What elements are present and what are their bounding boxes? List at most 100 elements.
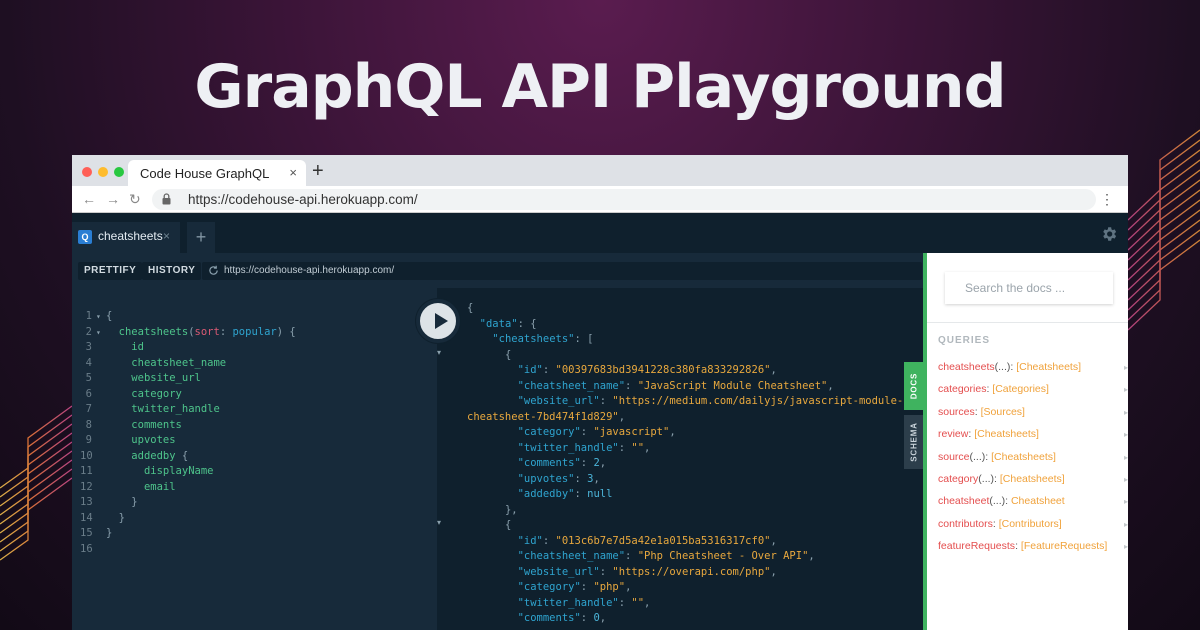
chevron-right-icon: ▸ [1123, 363, 1128, 372]
line-number: 8 [85, 418, 92, 431]
line-number: 6 [85, 387, 92, 400]
brace: } [118, 511, 125, 524]
endpoint-field[interactable]: https://codehouse-api.herokuapp.com/ [202, 262, 922, 280]
json-value: "php" [593, 581, 626, 593]
field-name: comments [131, 418, 182, 431]
code-line: 8 comments [80, 418, 296, 434]
json-key: "cheatsheets" [492, 333, 575, 345]
query-badge-icon: Q [78, 230, 92, 244]
query-args: (...) [989, 495, 1006, 508]
code-line: 12 email [80, 480, 296, 496]
maximize-window-icon[interactable] [114, 167, 124, 177]
add-tab-button[interactable]: + [187, 222, 215, 253]
docs-tab-label: DOCS [909, 372, 918, 400]
reload-endpoint-icon[interactable] [208, 265, 219, 276]
result-line: "twitter_handle": "", [467, 441, 903, 457]
playground-tabbar: Q cheatsheets × + [72, 213, 1128, 253]
query-type: [Sources] [980, 405, 1025, 418]
fold-arrow-icon[interactable]: ▾ [437, 348, 441, 364]
result-line: "cheatsheet_name": "JavaScript Module Ch… [467, 379, 903, 395]
chevron-right-icon: ▸ [1123, 474, 1128, 484]
history-button[interactable]: HISTORY [142, 262, 202, 280]
code-line: 14 } [80, 511, 296, 527]
json-key: "twitter_handle" [517, 441, 619, 454]
query-item-categories[interactable]: categories: [Categories] ▸ [938, 383, 1128, 405]
punctuation: , [770, 534, 777, 547]
result-line: { [467, 348, 903, 364]
brace: } [131, 496, 138, 508]
query-item-sources[interactable]: sources: [Sources] ▸ [938, 406, 1128, 428]
chevron-right-icon: ▸ [1123, 407, 1128, 417]
docs-side-tab[interactable]: DOCS [904, 362, 923, 410]
query-args: (...) [969, 450, 986, 463]
result-code: { "data": { "cheatsheets": [ { "id": "00… [467, 301, 903, 627]
line-number: 13 [80, 496, 93, 508]
colon: : [219, 325, 233, 338]
query-item-source[interactable]: source(...): [Cheatsheets] ▸ [938, 451, 1128, 473]
url-text: https://codehouse-api.herokuapp.com/ [188, 192, 418, 207]
json-key: "twitter_handle" [517, 596, 619, 609]
schema-side-tab[interactable]: SCHEMA [904, 415, 923, 469]
query-editor[interactable]: 1 ▾{2 ▾ cheatsheets(sort: popular) {3 id 4 … [72, 288, 437, 630]
close-window-icon[interactable] [82, 167, 92, 177]
query-item-review[interactable]: review: [Cheatsheets] ▸ [938, 428, 1128, 450]
json-key: "category" [517, 426, 581, 438]
json-value: "https://medium.com/dailyjs/javascript-m… [612, 395, 904, 407]
result-line: "comments": 0, [467, 611, 903, 627]
tab-close-icon[interactable]: × [163, 229, 170, 243]
query-item-category[interactable]: category(...): [Cheatsheets] ▸ [938, 473, 1128, 495]
new-tab-icon[interactable]: + [312, 160, 324, 183]
run-query-button[interactable] [416, 299, 460, 343]
punctuation: , [593, 472, 600, 485]
punctuation: , [599, 457, 607, 469]
reload-icon[interactable]: ↻ [129, 191, 141, 208]
json-value: "javascript" [593, 426, 670, 438]
brace: { [504, 519, 512, 531]
line-number: 1 [85, 310, 92, 322]
query-name: cheatsheet [938, 495, 990, 508]
endpoint-url: https://codehouse-api.herokuapp.com/ [224, 265, 395, 276]
tab-cheatsheets[interactable]: Q cheatsheets × [72, 222, 180, 253]
query-item-cheatsheet[interactable]: cheatsheet(...): Cheatsheet ▸ [938, 495, 1128, 517]
result-line: "website_url": "https://medium.com/daily… [467, 394, 904, 410]
field-name: upvotes [131, 434, 176, 446]
query-args: (...) [978, 472, 995, 485]
line-number: 4 [85, 356, 92, 369]
fold-arrow-icon[interactable]: ▾ [437, 518, 441, 534]
result-line: { [467, 518, 903, 534]
url-field[interactable]: https://codehouse-api.herokuapp.com/ [152, 189, 1096, 210]
browser-tab-title: Code House GraphQL [140, 166, 270, 181]
playground-toolbar: PRETTIFY HISTORY https://codehouse-api.h… [72, 253, 922, 288]
json-value: null [587, 488, 613, 500]
json-value: "" [631, 441, 645, 454]
query-item-featureRequests[interactable]: featureRequests: [FeatureRequests] ▸ [938, 540, 1128, 562]
browser-menu-icon[interactable]: ⋮ [1100, 191, 1114, 208]
prettify-button[interactable]: PRETTIFY [78, 262, 143, 280]
code-line: 1 ▾{ [80, 309, 296, 325]
code-line: 15} [80, 526, 296, 542]
colon: : [574, 472, 588, 485]
result-viewer[interactable]: { "data": { "cheatsheets": [ { "id": "00… [437, 288, 923, 630]
json-key: "website_url" [517, 565, 600, 578]
fold-arrow-icon[interactable]: ▾ [96, 309, 106, 325]
line-number: 2 [85, 325, 92, 338]
json-key: "data" [479, 317, 518, 330]
gear-icon[interactable] [1100, 225, 1118, 243]
browser-tab[interactable]: Code House GraphQL × [128, 160, 306, 186]
chevron-right-icon: ▸ [1123, 452, 1128, 462]
minimize-window-icon[interactable] [98, 167, 108, 177]
result-line: { [467, 301, 903, 317]
queries-heading: QUERIES [938, 335, 991, 346]
query-item-contributors[interactable]: contributors: [Contributors] ▸ [938, 518, 1128, 540]
line-number: 7 [85, 403, 92, 415]
back-icon[interactable]: ← [82, 191, 96, 207]
fold-arrow-icon[interactable]: ▾ [96, 325, 106, 341]
forward-icon[interactable]: → [106, 191, 120, 207]
background-line [1127, 239, 1200, 331]
docs-search-input[interactable]: Search the docs ... [945, 272, 1113, 304]
query-item-cheatsheets[interactable]: cheatsheets(...): [Cheatsheets] ▸ [938, 361, 1128, 383]
result-line: "category": "javascript", [467, 425, 903, 441]
background-line [0, 405, 73, 489]
query-name: category [938, 472, 979, 485]
tab-close-icon[interactable]: × [289, 165, 297, 180]
